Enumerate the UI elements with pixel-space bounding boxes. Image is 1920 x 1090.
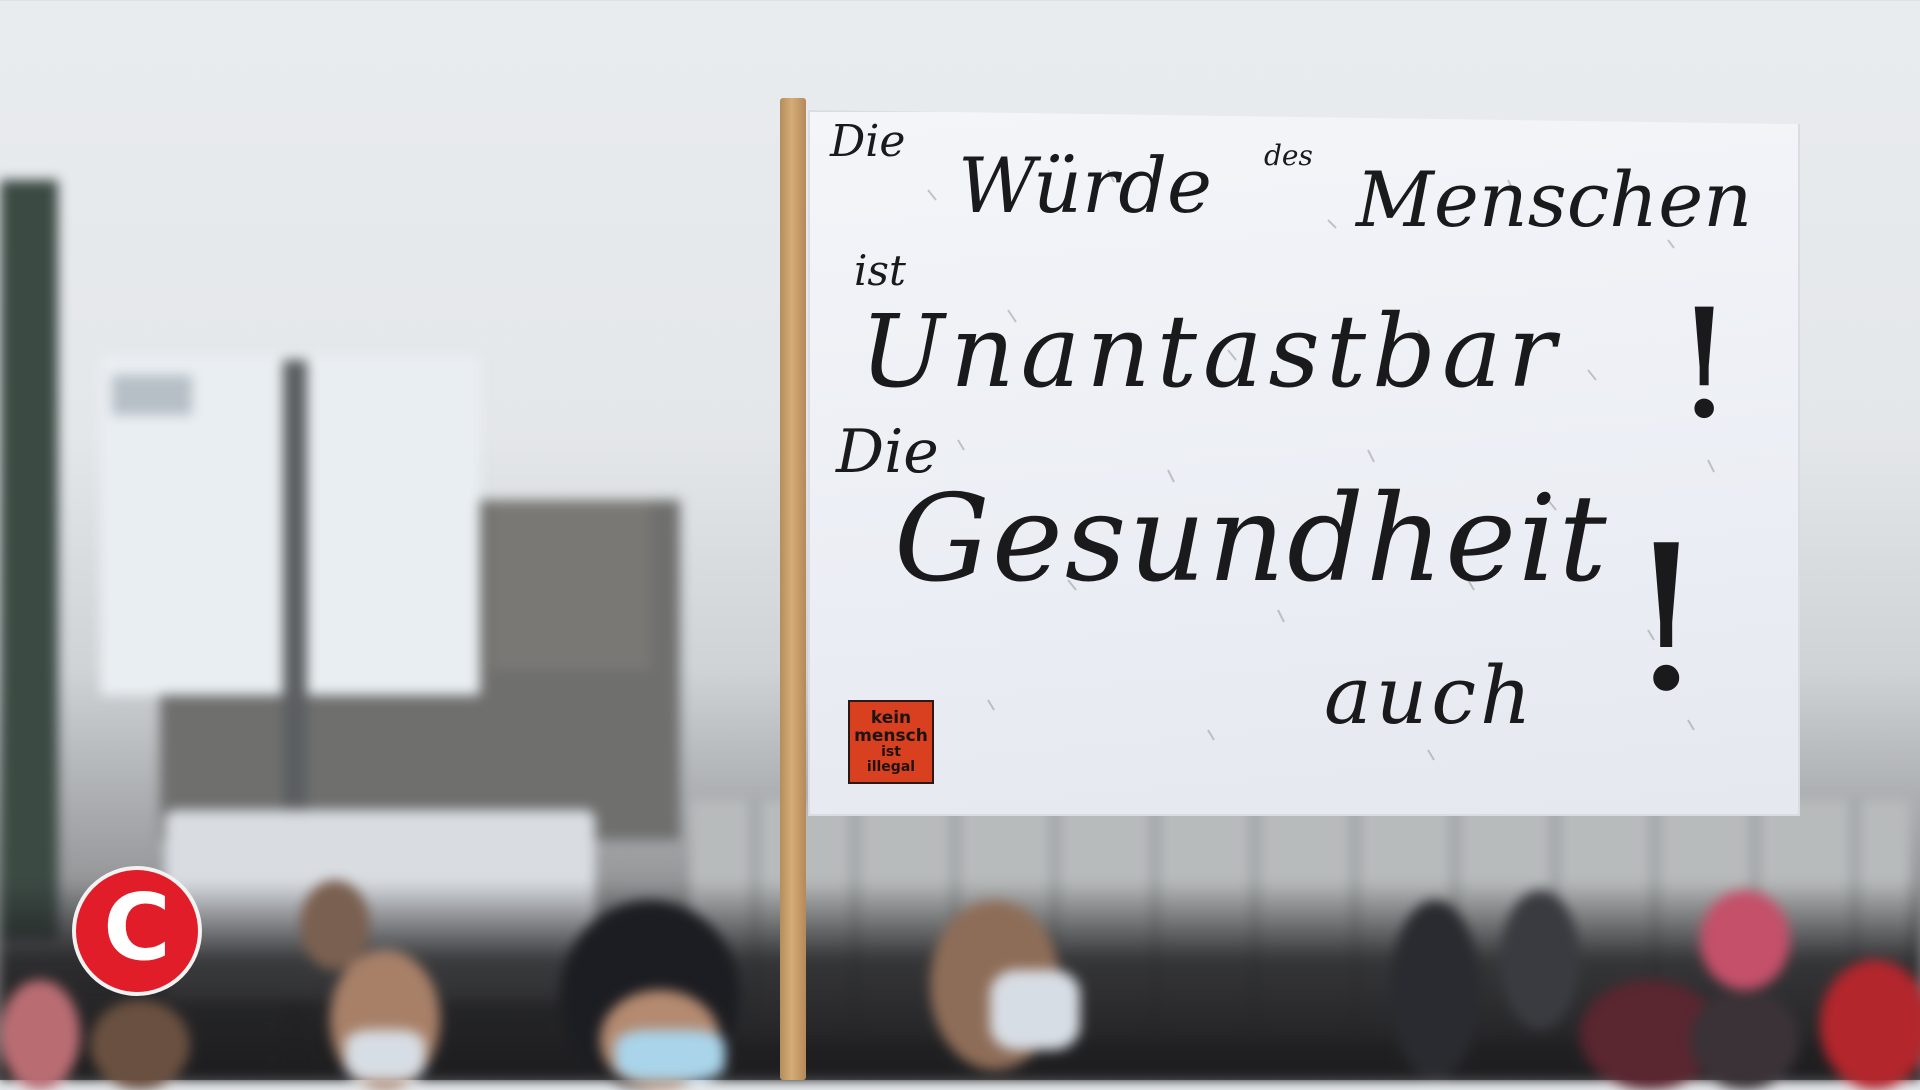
channel-logo-letter: C bbox=[103, 874, 171, 981]
person bbox=[0, 980, 80, 1090]
banner-text-unantastbar: Unantastbar bbox=[860, 293, 1562, 410]
protest-banner: Die des Würde Menschen ist Unantastbar !… bbox=[808, 110, 1800, 816]
banner-text-menschen: Menschen bbox=[1356, 155, 1753, 244]
banner-text-ist: ist bbox=[854, 246, 906, 295]
channel-logo: C bbox=[72, 866, 202, 996]
person bbox=[1390, 900, 1480, 1080]
person bbox=[1500, 890, 1580, 1030]
person bbox=[90, 1000, 190, 1090]
kein-mensch-ist-illegal-sticker: kein mensch ist illegal bbox=[848, 700, 934, 784]
sticker-line-2: mensch bbox=[854, 726, 928, 746]
banner-text-gesundheit: Gesundheit bbox=[894, 470, 1609, 609]
left-building bbox=[0, 180, 58, 940]
banner-text-exclaim-1: ! bbox=[1674, 278, 1735, 452]
sticker-line-1: kein bbox=[870, 708, 912, 728]
banner-text-wuerde: Würde bbox=[958, 141, 1212, 230]
person bbox=[1820, 960, 1920, 1090]
person bbox=[1700, 890, 1790, 990]
sticker-line-3: ist bbox=[881, 744, 901, 760]
face-mask bbox=[990, 970, 1080, 1050]
banner-text-die-1: Die bbox=[830, 116, 906, 167]
banner-text-exclaim-2: ! bbox=[1626, 503, 1707, 736]
face-mask bbox=[345, 1030, 425, 1080]
person bbox=[300, 880, 370, 970]
person bbox=[1690, 990, 1800, 1090]
banner-stick bbox=[780, 98, 806, 1080]
banner-text-auch: auch bbox=[1324, 649, 1536, 742]
sticker-line-4: illegal bbox=[866, 759, 916, 775]
face-mask bbox=[615, 1030, 725, 1080]
banner-text-des: des bbox=[1264, 139, 1313, 172]
